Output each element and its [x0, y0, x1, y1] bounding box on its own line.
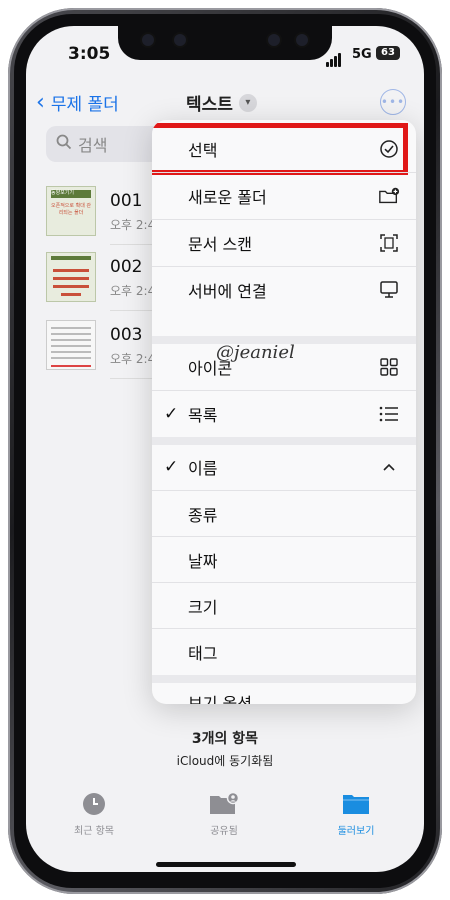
signal-icon [326, 48, 342, 67]
menu-item-label: 이름 [188, 459, 218, 478]
menu-item-sort-date[interactable]: 날짜 [152, 537, 416, 583]
file-name: 001 [110, 191, 143, 211]
menu-item-label: 새로운 폴더 [188, 188, 267, 207]
more-button[interactable]: ••• [380, 89, 406, 115]
page-title: 텍스트 [186, 95, 233, 115]
menu-item-sort-size[interactable]: 크기 [152, 583, 416, 629]
folder-title-button[interactable]: 텍스트 ▾ [186, 90, 257, 115]
context-menu: 선택 새로운 폴더 문서 스캔 서버에 연결 아이콘 ✓ 목록 ✓ 이름 종류 … [152, 120, 416, 704]
menu-item-label: 목록 [188, 406, 218, 425]
menu-item-sort-tags[interactable]: 태그 [152, 629, 416, 675]
thumbnail-subtitle: 오픈적으로 확대 관리되는 폴더 [51, 203, 91, 216]
thumbnail-title: 동양포기기 [51, 190, 75, 196]
highlight-box [152, 123, 408, 175]
tab-label: 최근 항목 [74, 826, 114, 837]
tab-label: 공유됨 [210, 826, 238, 837]
tab-bar: 최근 항목 공유됨 둘러보기 [26, 778, 424, 872]
file-date: 오후 2:4 [110, 218, 156, 232]
list-icon [378, 404, 400, 424]
menu-item-label: 날짜 [188, 552, 218, 571]
menu-item-new-folder[interactable]: 새로운 폴더 [152, 173, 416, 219]
chevron-left-icon: ‹ [36, 90, 45, 115]
display-icon [378, 280, 400, 300]
status-time: 3:05 [68, 44, 111, 64]
sensor-icon [142, 34, 154, 46]
menu-item-label: 보기 옵션 [188, 694, 252, 704]
checkmark-icon: ✓ [164, 404, 179, 424]
home-indicator [156, 862, 296, 867]
sensor-icon [174, 34, 186, 46]
menu-item-connect-server[interactable]: 서버에 연결 [152, 267, 416, 313]
battery-icon: 63 [376, 46, 400, 60]
sync-status: iCloud에 동기화됨 [176, 754, 274, 768]
menu-item-label: 문서 스캔 [188, 235, 252, 254]
clock-icon [82, 792, 106, 816]
scan-document-icon [378, 233, 400, 253]
tab-label: 둘러보기 [337, 826, 375, 837]
chevron-up-icon [378, 457, 400, 477]
folder-icon [342, 792, 370, 816]
menu-item-label: 태그 [188, 644, 218, 663]
menu-item-label: 종류 [188, 506, 218, 525]
file-name: 002 [110, 257, 143, 277]
checkmark-icon: ✓ [164, 457, 179, 477]
dynamic-notch [118, 26, 332, 60]
shared-folder-icon [209, 791, 240, 816]
tab-shared[interactable]: 공유됨 [184, 791, 264, 837]
menu-item-label: 크기 [188, 598, 218, 617]
menu-item-sort-kind[interactable]: 종류 [152, 491, 416, 537]
file-name: 003 [110, 325, 143, 345]
tab-recents[interactable]: 최근 항목 [54, 792, 134, 837]
menu-item-sort-name[interactable]: ✓ 이름 [152, 444, 416, 490]
menu-item-view-options[interactable]: 보기 옵션 [152, 682, 416, 704]
ellipsis-icon: ••• [380, 95, 406, 109]
file-date: 오후 2:4 [110, 284, 156, 298]
menu-item-view-list[interactable]: ✓ 목록 [152, 391, 416, 437]
file-date: 오후 2:4 [110, 352, 156, 366]
grid-icon [378, 357, 400, 377]
file-thumbnail [46, 252, 96, 302]
file-thumbnail [46, 320, 96, 370]
back-label: 무제 폴더 [50, 95, 119, 115]
menu-item-scan-document[interactable]: 문서 스캔 [152, 220, 416, 266]
camera-icon [268, 34, 280, 46]
navigation-bar: ‹ 무제 폴더 텍스트 ▾ ••• [26, 89, 424, 120]
item-count: 3개의 항목 [191, 731, 259, 747]
search-icon [56, 134, 72, 154]
network-label: 5G [352, 47, 372, 62]
file-thumbnail: 동양포기기 오픈적으로 확대 관리되는 폴더 [46, 186, 96, 236]
menu-item-label: 서버에 연결 [188, 282, 267, 301]
folder-plus-icon [378, 186, 400, 206]
search-placeholder: 검색 [78, 136, 108, 155]
camera-icon [296, 34, 308, 46]
watermark-signature: @jeaniel [216, 342, 295, 363]
screen: 3:05 5G 63 ‹ 무제 폴더 텍스트 ▾ ••• 검색 동양포기기 오픈… [26, 26, 424, 872]
chevron-down-icon: ▾ [238, 93, 257, 112]
back-button[interactable]: ‹ 무제 폴더 [36, 90, 119, 115]
tab-browse[interactable]: 둘러보기 [316, 792, 396, 837]
